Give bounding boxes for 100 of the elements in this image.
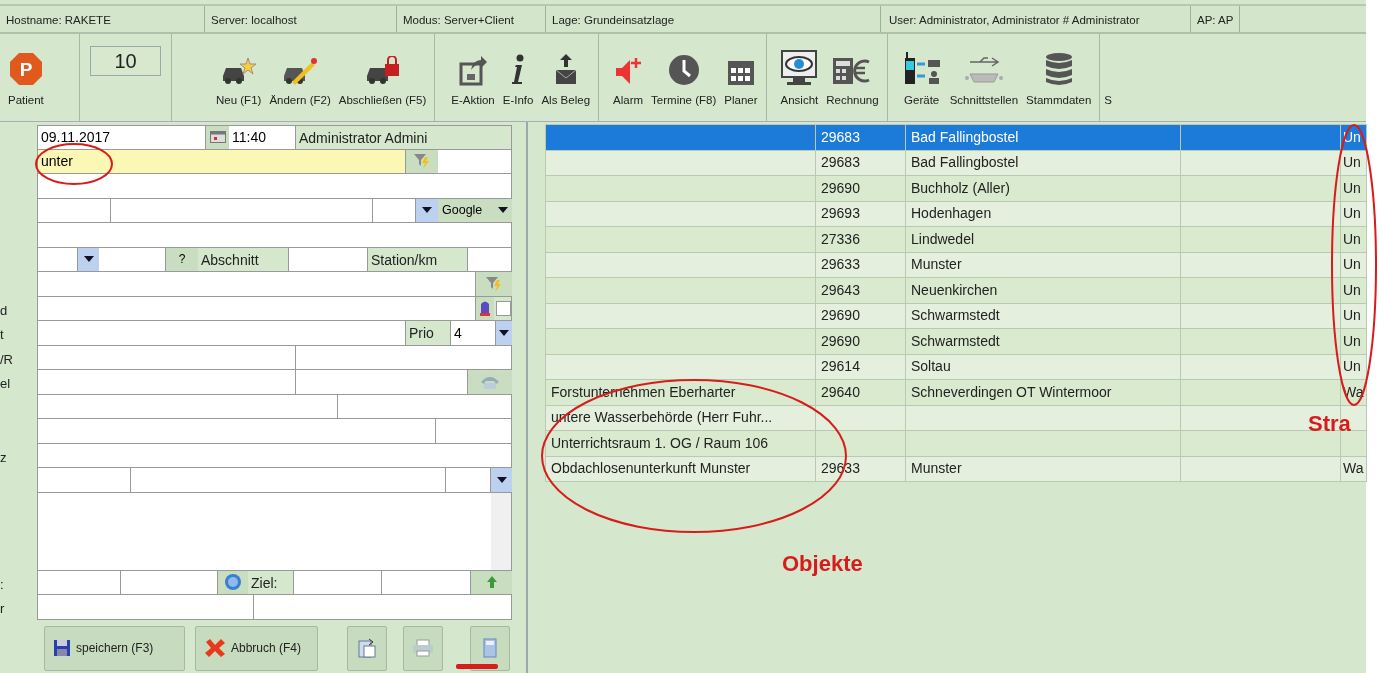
input-field[interactable] — [121, 570, 218, 594]
checkbox[interactable] — [496, 300, 511, 316]
table-cell[interactable]: 29693 — [815, 201, 906, 227]
input-field[interactable] — [38, 443, 512, 467]
input-field[interactable] — [254, 595, 512, 619]
icon-button[interactable] — [471, 570, 512, 594]
map-provider-dropdown[interactable]: Google — [438, 198, 512, 222]
table-cell[interactable]: Un — [1340, 175, 1367, 201]
table-cell[interactable]: Hodenhagen — [905, 201, 1181, 227]
input-field[interactable] — [38, 595, 254, 619]
table-cell[interactable]: Un — [1340, 226, 1367, 252]
table-cell[interactable]: Lindwedel — [905, 226, 1181, 252]
input-field[interactable] — [38, 272, 476, 296]
input-field[interactable] — [38, 198, 111, 222]
input-field[interactable] — [38, 468, 131, 492]
input-field[interactable] — [38, 370, 296, 394]
input-field[interactable] — [289, 247, 368, 271]
input-field[interactable] — [446, 468, 491, 492]
table-cell[interactable]: Schwarmstedt — [905, 303, 1181, 329]
toolbar-button[interactable]: Stammdaten — [1022, 34, 1096, 121]
input-field[interactable] — [436, 419, 512, 443]
toolbar-button[interactable]: Ändern (F2) — [265, 34, 335, 121]
toolbar-button[interactable]: Neu (F1) — [212, 34, 266, 121]
table-cell[interactable]: Un — [1340, 201, 1367, 227]
icon-button[interactable] — [218, 570, 248, 594]
table-cell[interactable]: Un — [1340, 303, 1367, 329]
toolbar-button[interactable]: Alarm — [609, 34, 648, 121]
input-field[interactable] — [38, 419, 436, 443]
input-field[interactable] — [38, 570, 121, 594]
input-field[interactable] — [99, 247, 166, 271]
input-field[interactable] — [468, 247, 512, 271]
input-field[interactable] — [38, 394, 338, 418]
table-cell[interactable]: Unterrichtsraum 1. OG / Raum 106 — [545, 430, 816, 456]
table-cell[interactable]: Obdachlosenunterkunft Munster — [545, 456, 816, 482]
toolbar-button[interactable]: S — [1100, 34, 1116, 121]
help-button[interactable]: ? — [166, 247, 198, 271]
input-field[interactable] — [296, 370, 468, 394]
toolbar-button[interactable]: E-Aktion — [447, 34, 499, 121]
toolbar-button[interactable]: Planer — [720, 34, 762, 121]
input-field[interactable] — [294, 570, 382, 594]
input-field[interactable] — [38, 345, 296, 369]
dropdown-button[interactable] — [78, 247, 99, 271]
table-cell[interactable]: Wa — [1340, 456, 1367, 482]
table-cell[interactable]: Buchholz (Aller) — [905, 175, 1181, 201]
input-field[interactable] — [338, 394, 512, 418]
print-button[interactable] — [403, 625, 443, 671]
table-cell[interactable]: Schneverdingen OT Wintermoor — [905, 379, 1181, 405]
table-cell[interactable]: Un — [1340, 277, 1367, 303]
calculator-button[interactable] — [470, 625, 510, 671]
save-button[interactable]: speichern (F3) — [44, 625, 185, 671]
table-cell[interactable]: Un — [1340, 354, 1367, 380]
table-cell[interactable]: Neuenkirchen — [905, 277, 1181, 303]
input-field[interactable] — [373, 198, 416, 222]
dropdown-button[interactable] — [491, 468, 512, 492]
scrollbar[interactable] — [491, 492, 511, 570]
export-button[interactable] — [347, 625, 387, 671]
toolbar-button[interactable]: Abschließen (F5) — [334, 34, 431, 121]
toolbar-button[interactable]: Rechnung — [822, 34, 883, 121]
toolbar-button[interactable]: Termine (F8) — [647, 34, 721, 121]
table-cell[interactable]: 29690 — [815, 328, 906, 354]
table-cell[interactable]: 29643 — [815, 277, 906, 303]
table-cell[interactable]: Un — [1340, 328, 1367, 354]
input-field[interactable]: 4 — [451, 321, 496, 345]
input-field[interactable] — [296, 345, 512, 369]
input-field[interactable] — [38, 174, 512, 198]
input-field[interactable]: 11:40 — [229, 126, 296, 149]
table-cell[interactable]: Munster — [905, 456, 1181, 482]
table-cell[interactable]: Un — [1340, 252, 1367, 278]
toolbar-button[interactable]: E-Info — [498, 34, 538, 121]
input-field[interactable] — [438, 149, 512, 173]
cancel-button[interactable]: Abbruch (F4) — [195, 625, 318, 671]
toolbar-button[interactable]: Geräte — [897, 34, 946, 121]
table-cell[interactable]: 29690 — [815, 175, 906, 201]
input-field[interactable] — [38, 223, 512, 247]
toolbar-button[interactable]: Ansicht — [776, 34, 823, 121]
table-cell[interactable]: 29640 — [815, 379, 906, 405]
table-cell[interactable]: 29633 — [815, 252, 906, 278]
input-field[interactable] — [38, 247, 78, 271]
table-cell[interactable]: 29690 — [815, 303, 906, 329]
table-cell[interactable]: 29683 — [815, 150, 906, 176]
dropdown-button[interactable] — [416, 198, 438, 222]
input-field[interactable] — [131, 468, 446, 492]
input-field[interactable] — [38, 296, 476, 320]
toolbar-button[interactable]: Schnittstellen — [945, 34, 1023, 121]
table-cell[interactable]: 27336 — [815, 226, 906, 252]
icon-button[interactable] — [476, 296, 494, 320]
table-cell[interactable]: Soltau — [905, 354, 1181, 380]
table-cell[interactable]: Schwarmstedt — [905, 328, 1181, 354]
icon-button[interactable] — [406, 149, 438, 173]
patient-button[interactable]: P Patient — [4, 34, 48, 121]
toolbar-button[interactable]: Als Beleg — [537, 34, 595, 121]
table-cell[interactable]: Munster — [905, 252, 1181, 278]
dropdown-button[interactable] — [496, 321, 512, 345]
table-cell[interactable]: Bad Fallingbostel — [905, 124, 1181, 150]
icon-button[interactable] — [476, 272, 512, 296]
input-field[interactable] — [111, 198, 373, 222]
input-field[interactable] — [382, 570, 471, 594]
icon-button[interactable] — [206, 126, 229, 149]
table-cell[interactable]: 29614 — [815, 354, 906, 380]
table-cell[interactable]: Bad Fallingbostel — [905, 150, 1181, 176]
